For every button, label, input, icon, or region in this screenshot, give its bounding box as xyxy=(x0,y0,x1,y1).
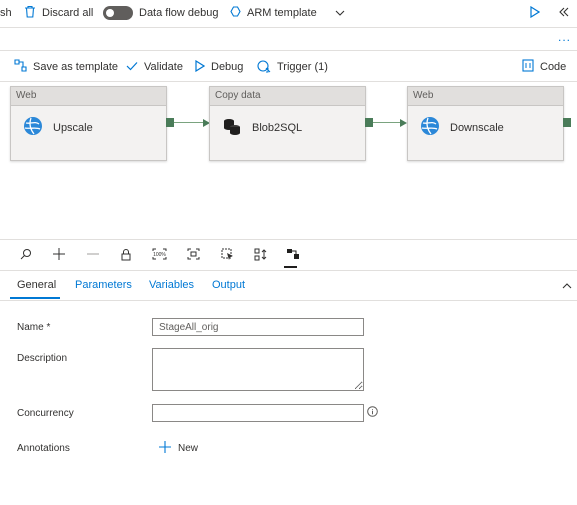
zoom-out-icon[interactable] xyxy=(85,246,101,262)
run-button[interactable] xyxy=(530,5,541,21)
web-globe-icon xyxy=(420,116,440,139)
debug-play-icon xyxy=(195,59,206,75)
canvas-tools: 100% xyxy=(0,239,577,271)
arm-template-label: ARM template xyxy=(247,7,317,19)
top-toolbar: sh Discard all Data flow debug ARM templ… xyxy=(0,0,577,28)
dependency-link xyxy=(174,122,204,123)
activity-downscale[interactable]: Web Downscale xyxy=(407,86,564,161)
publish-button[interactable]: sh xyxy=(0,5,12,21)
pipeline-canvas[interactable]: Web Upscale Copy data Blob2SQL Web Downs… xyxy=(0,82,577,239)
discard-icon xyxy=(24,5,36,21)
tab-parameters[interactable]: Parameters xyxy=(75,279,132,291)
discard-all-button[interactable]: Discard all xyxy=(24,5,93,21)
activity-name: Upscale xyxy=(53,121,93,134)
select-icon[interactable] xyxy=(219,246,235,262)
active-tool-indicator xyxy=(284,266,297,268)
save-template-icon xyxy=(14,59,27,75)
active-tab-indicator xyxy=(10,297,60,299)
collapse-icon xyxy=(558,7,570,20)
code-label: Code xyxy=(540,61,567,73)
description-label: Description xyxy=(17,353,68,364)
output-port[interactable] xyxy=(365,118,373,127)
activity-upscale[interactable]: Web Upscale xyxy=(10,86,167,161)
activity-name: Blob2SQL xyxy=(252,121,303,134)
trigger-button[interactable]: Trigger (1) xyxy=(257,59,328,75)
concurrency-label: Concurrency xyxy=(17,408,74,419)
web-globe-icon xyxy=(23,116,43,139)
zoom-100-icon[interactable]: 100% xyxy=(151,246,167,262)
play-icon xyxy=(530,5,541,21)
validate-label: Validate xyxy=(144,61,183,73)
output-port[interactable] xyxy=(166,118,174,127)
arm-template-icon xyxy=(230,6,241,20)
chevron-up-icon[interactable] xyxy=(562,280,572,292)
activity-blob2sql[interactable]: Copy data Blob2SQL xyxy=(209,86,366,161)
data-flow-debug-toggle[interactable]: Data flow debug xyxy=(103,5,219,21)
fit-screen-icon[interactable] xyxy=(185,246,201,262)
description-textarea[interactable] xyxy=(152,348,364,391)
svg-text:100%: 100% xyxy=(153,252,166,258)
tab-output[interactable]: Output xyxy=(212,279,245,291)
debug-label: Debug xyxy=(211,61,244,73)
name-label: Name * xyxy=(17,322,51,333)
activity-type: Web xyxy=(11,87,166,106)
trigger-label: Trigger (1) xyxy=(277,61,328,73)
collapse-button[interactable] xyxy=(558,5,570,21)
plus-icon xyxy=(159,441,171,456)
tab-general[interactable]: General xyxy=(17,279,56,291)
trigger-icon xyxy=(257,59,271,76)
activity-type: Copy data xyxy=(210,87,365,106)
toggle-switch[interactable] xyxy=(103,6,133,20)
info-icon[interactable] xyxy=(367,406,378,420)
activity-name: Downscale xyxy=(450,121,504,134)
concurrency-input[interactable] xyxy=(152,404,364,422)
data-flow-debug-label: Data flow debug xyxy=(139,7,219,19)
checkmark-icon xyxy=(126,61,138,74)
lock-icon[interactable] xyxy=(118,246,134,262)
discard-all-label: Discard all xyxy=(42,7,94,19)
debug-button[interactable]: Debug xyxy=(195,59,243,75)
search-icon[interactable] xyxy=(18,246,34,262)
chevron-down-icon[interactable] xyxy=(335,7,345,19)
auto-align-icon[interactable] xyxy=(252,246,268,262)
save-as-template-label: Save as template xyxy=(33,61,118,73)
activity-type: Web xyxy=(408,87,563,106)
validate-button[interactable]: Validate xyxy=(126,59,183,75)
tab-variables[interactable]: Variables xyxy=(149,279,194,291)
new-label: New xyxy=(178,443,199,454)
zoom-in-icon[interactable] xyxy=(51,246,67,262)
layout-icon[interactable] xyxy=(285,246,301,262)
annotations-label: Annotations xyxy=(17,443,70,454)
publish-label: sh xyxy=(0,7,12,19)
dependency-link xyxy=(373,122,401,123)
code-button[interactable]: Code xyxy=(522,59,566,75)
properties-tabs: General Parameters Variables Output xyxy=(0,270,577,301)
arm-template-button[interactable]: ARM template xyxy=(230,5,345,21)
name-input[interactable] xyxy=(152,318,364,336)
pipeline-toolbar: Save as template Validate Debug Trigger … xyxy=(0,51,577,82)
save-as-template-button[interactable]: Save as template xyxy=(14,59,118,75)
more-options-bar: ... xyxy=(0,28,577,51)
output-port[interactable] xyxy=(563,118,571,127)
code-icon xyxy=(522,59,534,75)
more-options-button[interactable]: ... xyxy=(558,30,571,44)
arrow-icon xyxy=(400,119,407,127)
copy-data-icon xyxy=(222,116,242,139)
new-annotation-button[interactable]: New xyxy=(159,441,198,456)
